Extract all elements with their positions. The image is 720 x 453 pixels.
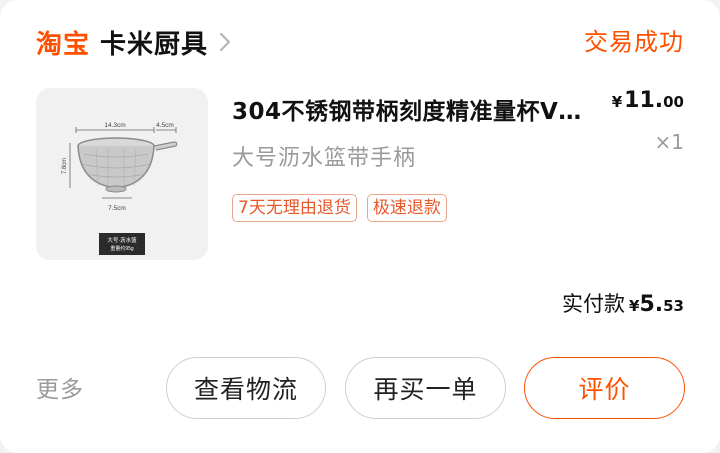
price-integer: 11. xyxy=(624,88,664,113)
buy-again-button[interactable]: 再买一单 xyxy=(345,357,506,419)
product-spec: 大号沥水篮带手柄 xyxy=(232,146,417,171)
paid-integer: 5. xyxy=(639,292,664,317)
price-decimal: 00 xyxy=(663,93,684,111)
price-currency: ¥ xyxy=(611,93,623,111)
review-button[interactable]: 评价 xyxy=(524,357,685,419)
product-title[interactable]: 304不锈钢带柄刻度精准量杯V… xyxy=(232,92,617,126)
tag-7day-return: 7天无理由退货 xyxy=(232,194,357,222)
dim-top-b: 4.5cm xyxy=(156,122,174,129)
quantity: ×1 xyxy=(654,130,684,154)
amount-paid: 实付款 ¥ 5. 53 xyxy=(562,288,684,318)
product-thumbnail[interactable]: 14.3cm 4.5cm 7.8cm 7.5cm 大号·沥水篮 重量约95g xyxy=(36,88,208,260)
order-card: 淘宝 卡米厨具 交易成功 14.3cm 4.5cm 7.8cm 7.5cm 大号… xyxy=(0,0,720,453)
dim-bottom: 7.5cm xyxy=(108,205,126,212)
service-tags: 7天无理由退货 极速退款 xyxy=(232,194,447,222)
paid-currency: ¥ xyxy=(629,297,640,315)
unit-price: ¥ 11. 00 xyxy=(612,88,684,113)
dim-top-a: 14.3cm xyxy=(104,122,125,129)
tag-fast-refund: 极速退款 xyxy=(366,194,447,222)
amount-paid-label: 实付款 xyxy=(562,292,626,316)
caption-line2: 重量约95g xyxy=(110,245,134,252)
caption-line1: 大号·沥水篮 xyxy=(107,236,137,244)
shop-name[interactable]: 卡米厨具 xyxy=(100,24,208,61)
view-logistics-button[interactable]: 查看物流 xyxy=(166,357,326,419)
platform-logo: 淘宝 xyxy=(36,29,91,60)
shop-header[interactable]: 淘宝 卡米厨具 xyxy=(36,22,234,62)
chevron-right-icon[interactable] xyxy=(216,31,234,53)
more-button[interactable]: 更多 xyxy=(36,370,84,404)
paid-decimal: 53 xyxy=(663,297,684,315)
strainer-image-icon: 14.3cm 4.5cm 7.8cm 7.5cm 大号·沥水篮 重量约95g xyxy=(62,122,178,255)
dim-side: 7.8cm xyxy=(62,158,68,174)
order-status: 交易成功 xyxy=(584,28,684,56)
